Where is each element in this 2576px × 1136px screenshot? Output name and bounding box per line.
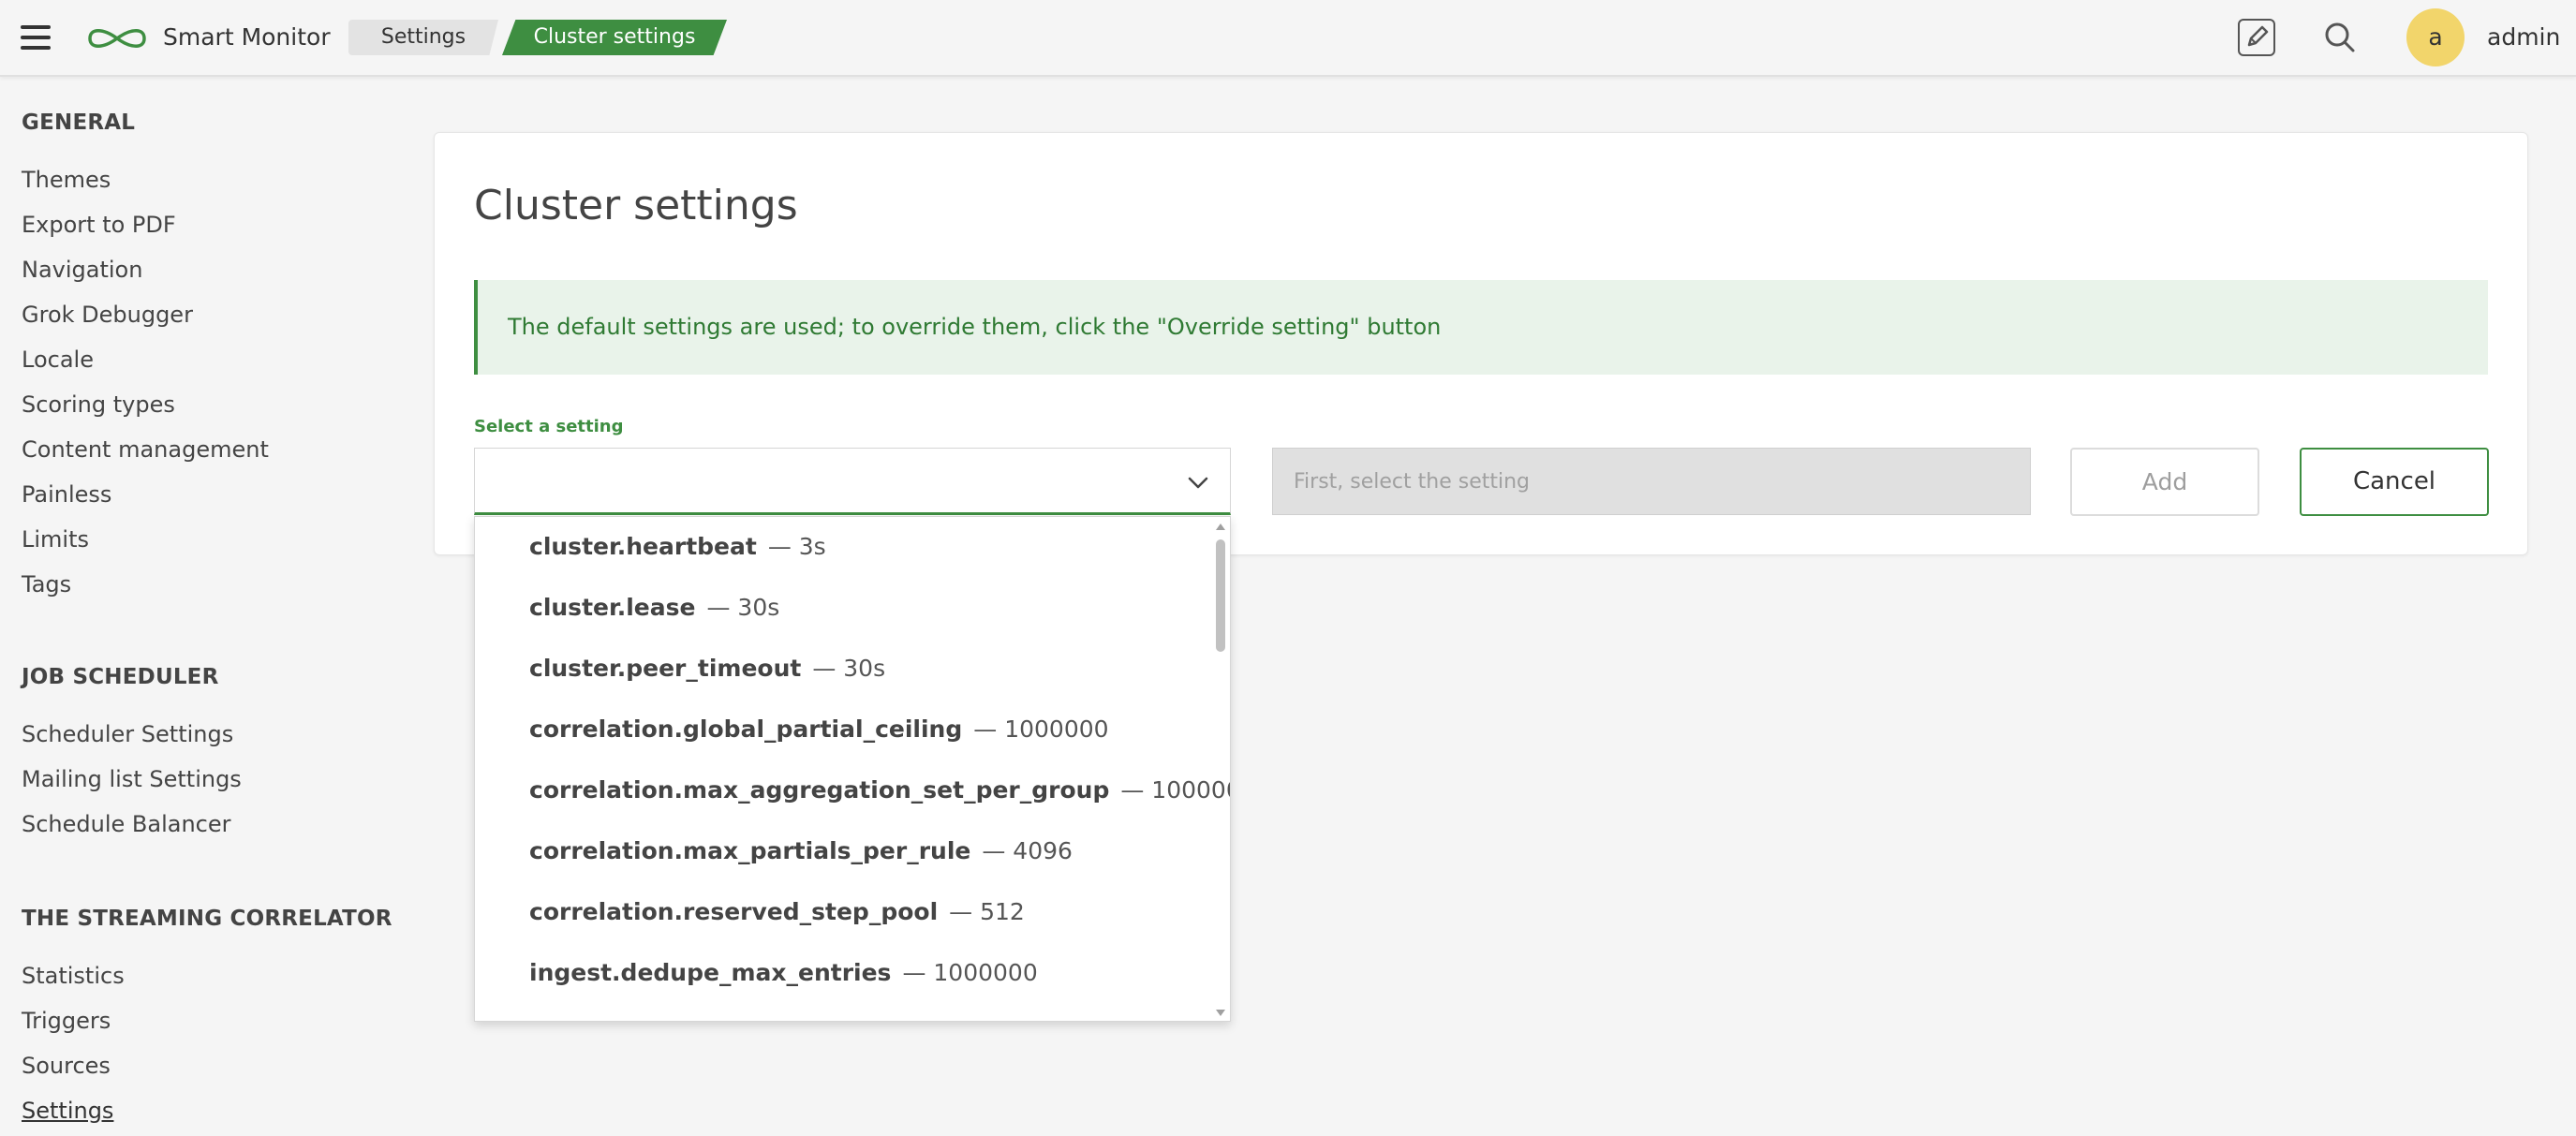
sidebar-item-painless[interactable]: Painless bbox=[22, 479, 111, 509]
sidebar-item-content-management[interactable]: Content management bbox=[22, 435, 269, 465]
search-icon[interactable] bbox=[2321, 19, 2359, 56]
setting-select[interactable] bbox=[474, 448, 1231, 515]
dropdown-option[interactable]: correlation.global_partial_ceiling — 1000… bbox=[529, 713, 1109, 746]
dropdown-option[interactable]: correlation.max_aggregation_set_per_grou… bbox=[529, 774, 1230, 807]
option-key: cluster.peer_timeout bbox=[529, 655, 802, 682]
dropdown-option[interactable]: cluster.heartbeat — 3s bbox=[529, 530, 826, 564]
sidebar-item-schedule-balancer[interactable]: Schedule Balancer bbox=[22, 809, 231, 839]
option-default: — 30s bbox=[706, 594, 780, 621]
option-key: correlation.reserved_step_pool bbox=[529, 898, 939, 925]
setting-value-input[interactable] bbox=[1272, 448, 2031, 515]
dropdown-option[interactable]: cluster.lease — 30s bbox=[529, 591, 779, 625]
select-setting-label: Select a setting bbox=[474, 417, 624, 436]
option-key: cluster.heartbeat bbox=[529, 533, 757, 560]
option-default: — 3s bbox=[767, 533, 826, 560]
scroll-up-arrow-icon[interactable] bbox=[1215, 521, 1226, 532]
info-message: The default settings are used; to overri… bbox=[508, 314, 1442, 340]
option-default: — 4096 bbox=[982, 837, 1073, 864]
sidebar-section-streaming-correlator: THE STREAMING CORRELATOR bbox=[22, 907, 392, 931]
app-name: Smart Monitor bbox=[163, 23, 331, 51]
scroll-down-arrow-icon[interactable] bbox=[1215, 1008, 1226, 1019]
setting-dropdown-list: cluster.heartbeat — 3s cluster.lease — 30s… bbox=[474, 516, 1231, 1022]
option-default: — 512 bbox=[949, 898, 1025, 925]
sidebar-item-statistics[interactable]: Statistics bbox=[22, 961, 125, 991]
sidebar-item-sources[interactable]: Sources bbox=[22, 1051, 111, 1081]
sidebar-item-export-to-pdf[interactable]: Export to PDF bbox=[22, 210, 176, 240]
sidebar-section-job-scheduler: JOB SCHEDULER bbox=[22, 665, 219, 689]
username[interactable]: admin bbox=[2487, 21, 2560, 54]
sidebar-item-locale[interactable]: Locale bbox=[22, 345, 94, 375]
option-default: — 1000000 bbox=[902, 959, 1038, 986]
dropdown-option[interactable]: ingest.dedupe_max_entries — 1000000 bbox=[529, 956, 1038, 990]
sidebar-item-navigation[interactable]: Navigation bbox=[22, 255, 142, 285]
option-default: — 1000000 bbox=[973, 716, 1109, 743]
option-default: — 30s bbox=[812, 655, 886, 682]
page-title: Cluster settings bbox=[474, 182, 798, 229]
sidebar-item-mailing-list-settings[interactable]: Mailing list Settings bbox=[22, 764, 242, 794]
option-key: correlation.global_partial_ceiling bbox=[529, 716, 963, 743]
cancel-button[interactable]: Cancel bbox=[2300, 448, 2489, 516]
menu-icon[interactable] bbox=[21, 25, 51, 50]
sidebar-item-settings[interactable]: Settings bbox=[22, 1096, 113, 1126]
sidebar-item-themes[interactable]: Themes bbox=[22, 165, 111, 195]
option-key: cluster.lease bbox=[529, 594, 696, 621]
breadcrumb-cluster-settings[interactable]: Cluster settings bbox=[502, 20, 727, 55]
option-key: correlation.max_aggregation_set_per_grou… bbox=[529, 776, 1110, 804]
dropdown-option[interactable]: cluster.peer_timeout — 30s bbox=[529, 652, 885, 686]
add-button[interactable]: Add bbox=[2070, 448, 2259, 516]
chevron-down-icon[interactable] bbox=[1185, 469, 1211, 495]
avatar[interactable]: a bbox=[2406, 8, 2465, 66]
sidebar-item-scheduler-settings[interactable]: Scheduler Settings bbox=[22, 719, 233, 749]
dropdown-option[interactable]: correlation.max_partials_per_rule — 4096 bbox=[529, 834, 1073, 868]
sidebar-section-general: GENERAL bbox=[22, 111, 136, 135]
sidebar-item-grok-debugger[interactable]: Grok Debugger bbox=[22, 300, 193, 330]
sidebar-item-triggers[interactable]: Triggers bbox=[22, 1006, 111, 1036]
option-key: ingest.dedupe_max_entries bbox=[529, 959, 892, 986]
sidebar-item-limits[interactable]: Limits bbox=[22, 524, 89, 554]
logo-icon bbox=[88, 29, 146, 48]
dropdown-scrollbar[interactable] bbox=[1211, 517, 1230, 1021]
dropdown-option[interactable]: correlation.reserved_step_pool — 512 bbox=[529, 895, 1025, 929]
sidebar: GENERAL Themes Export to PDF Navigation … bbox=[0, 79, 412, 1136]
top-bar: Smart Monitor Settings Cluster settings … bbox=[0, 0, 2576, 77]
sidebar-item-scoring-types[interactable]: Scoring types bbox=[22, 390, 175, 420]
option-key: correlation.max_partials_per_rule bbox=[529, 837, 971, 864]
scrollbar-thumb[interactable] bbox=[1216, 539, 1225, 652]
info-banner: The default settings are used; to overri… bbox=[474, 280, 2488, 375]
edit-icon[interactable] bbox=[2238, 19, 2275, 56]
breadcrumb-settings[interactable]: Settings bbox=[348, 20, 498, 55]
sidebar-item-tags[interactable]: Tags bbox=[22, 569, 71, 599]
